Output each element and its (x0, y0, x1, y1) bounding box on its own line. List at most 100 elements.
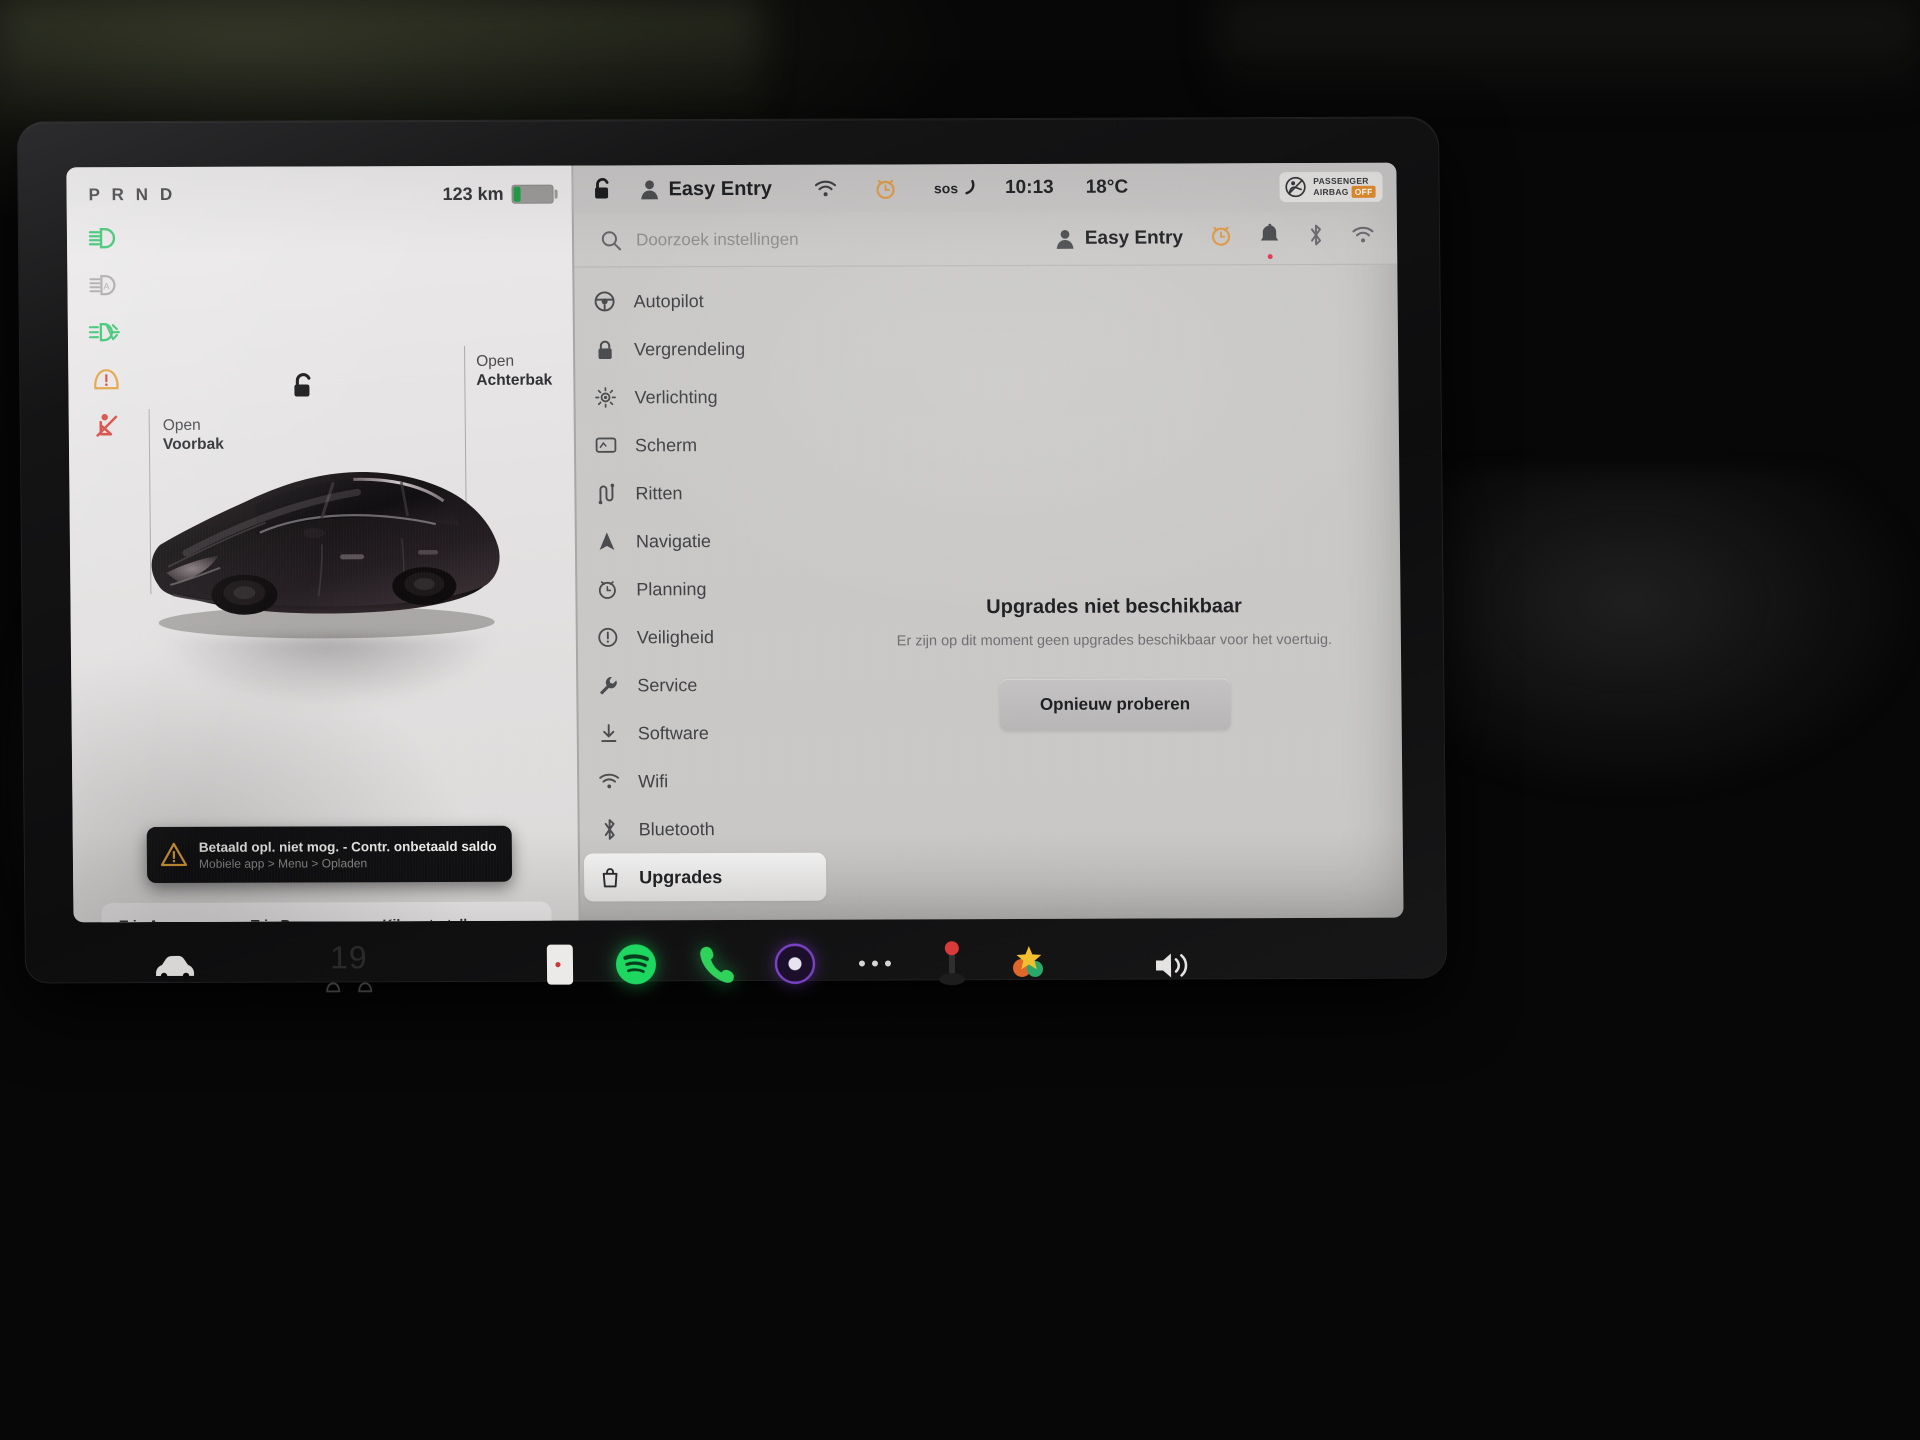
vehicle-panel: P R N D 123 km A Open Voorbak Open Achte… (66, 165, 579, 923)
menu-item-veiligheid[interactable]: Veiligheid (582, 613, 824, 662)
trip-statistics-card[interactable]: Trip A 0 km 0 kWh 0 Wh/km Trip B 0 km 0 … (101, 901, 553, 923)
wifi-status-icon[interactable] (814, 179, 838, 199)
menu-label: Wifi (638, 770, 669, 791)
notifications-button[interactable] (1259, 223, 1281, 260)
arcade-games-icon[interactable] (1008, 942, 1050, 984)
svg-text:A: A (103, 281, 109, 291)
airbag-line1: PASSENGER (1313, 175, 1369, 186)
bluetooth-icon (598, 817, 622, 841)
passenger-airbag-off-icon (1285, 176, 1306, 198)
airbag-state-badge: OFF (1351, 185, 1376, 198)
menu-label: Verlichting (634, 386, 718, 407)
notification-badge-dot (1267, 254, 1273, 260)
menu-item-autopilot[interactable]: Autopilot (578, 277, 820, 326)
front-trunk-action: Open (162, 416, 201, 434)
rear-trunk-target: Achterbak (476, 372, 553, 390)
battery-low-icon (511, 184, 554, 204)
menu-item-upgrades[interactable]: Upgrades (583, 852, 827, 902)
menu-label: Upgrades (639, 866, 723, 887)
sos-signal-icon (964, 179, 974, 195)
settings-app: Easy Entry sos 10:13 18°C PASSENGER AIRB… (573, 162, 1403, 921)
media-card-icon[interactable] (544, 943, 576, 987)
sun-brightness-icon (593, 386, 617, 408)
ambient-glow-left (0, 0, 760, 120)
menu-label: Vergrendeling (633, 338, 746, 359)
search-input[interactable]: Doorzoek instellingen (600, 227, 1055, 251)
phone-icon[interactable] (696, 942, 736, 986)
outside-temperature[interactable]: 18°C (1086, 177, 1129, 199)
odometer-title: Kilometerteller (382, 916, 533, 922)
trip-b-column[interactable]: Trip B 0 km 0 kWh 0 Wh/km (251, 916, 383, 923)
climate-control[interactable]: 19 (324, 939, 375, 994)
toast-subtitle: Mobiele app > Menu > Opladen (198, 855, 368, 871)
retry-button[interactable]: Opnieuw proberen (999, 678, 1231, 732)
menu-item-vergrendeling[interactable]: Vergrendeling (579, 325, 821, 374)
menu-item-ritten[interactable]: Ritten (580, 469, 822, 518)
bell-icon (1260, 223, 1279, 241)
cabin-temperature: 19 (329, 939, 368, 976)
alarm-status-icon[interactable] (874, 176, 898, 200)
odometer-column: Kilometerteller 45.919 km (382, 916, 534, 922)
wifi-icon[interactable] (1351, 225, 1375, 250)
vehicle-visualization[interactable]: Open Voorbak Open Achterbak (68, 316, 577, 718)
menu-item-software[interactable]: Software (583, 709, 825, 758)
joystick-icon[interactable] (934, 939, 970, 987)
driver-profile-name: Easy Entry (668, 177, 773, 200)
sos-button[interactable]: sos (934, 179, 977, 197)
bluetooth-icon[interactable] (1307, 223, 1325, 252)
menu-item-verlichting[interactable]: Verlichting (579, 373, 821, 422)
status-bar: Easy Entry sos 10:13 18°C PASSENGER AIRB… (573, 162, 1397, 214)
lock-icon (593, 338, 617, 360)
more-dots-icon[interactable] (854, 954, 896, 972)
menu-item-bluetooth[interactable]: Bluetooth (583, 805, 825, 854)
temperature-value: 18°C (1085, 176, 1129, 198)
wifi-icon (597, 772, 621, 790)
app-launcher-row (544, 939, 1050, 989)
vehicle-render (151, 472, 500, 639)
steering-wheel-icon (593, 290, 617, 312)
toast-title: Betaald opl. niet mog. - Contr. onbetaal… (198, 838, 497, 855)
menu-label: Service (637, 674, 698, 695)
seat-heater-icon[interactable] (356, 978, 374, 994)
menu-label: Ritten (635, 482, 683, 503)
menu-item-navigatie[interactable]: Navigatie (581, 517, 823, 566)
charging-warning-toast[interactable]: Betaald opl. niet mog. - Contr. onbetaal… (146, 825, 513, 884)
menu-item-planning[interactable]: Planning (581, 565, 823, 614)
rear-trunk-label[interactable]: Open Achterbak (476, 352, 552, 391)
airbag-line2: AIRBAG (1313, 186, 1349, 197)
touchscreen[interactable]: P R N D 123 km A Open Voorbak Open Achte… (66, 162, 1404, 923)
menu-item-wifi[interactable]: Wifi (583, 757, 825, 806)
settings-menu: Autopilot Vergrendeling Verlichting Sche… (574, 267, 830, 921)
menu-item-service[interactable]: Service (582, 661, 824, 710)
car-controls-button[interactable] (152, 952, 198, 987)
seat-heater-icon[interactable] (324, 978, 342, 994)
search-icon (601, 230, 622, 250)
menu-label: Autopilot (633, 290, 704, 311)
warning-triangle-icon (160, 842, 188, 867)
lock-status-button[interactable] (591, 176, 613, 202)
display-bezel: P R N D 123 km A Open Voorbak Open Achte… (17, 117, 1447, 993)
voice-assistant-icon[interactable] (774, 943, 816, 985)
driver-profile-status[interactable]: Easy Entry (639, 177, 772, 200)
profile-button[interactable]: Easy Entry (1055, 227, 1183, 249)
menu-label: Bluetooth (638, 818, 715, 839)
menu-label: Planning (636, 578, 707, 599)
unlocked-padlock-icon[interactable] (290, 371, 316, 406)
spotify-icon[interactable] (614, 942, 658, 986)
upgrades-description: Er zijn op dit moment geen upgrades besc… (896, 631, 1333, 650)
trip-a-column[interactable]: Trip A 0 km 0 kWh 0 Wh/km (119, 917, 251, 922)
upgrades-title: Upgrades niet beschikbaar (986, 595, 1242, 619)
schedule-clock-icon (595, 578, 619, 600)
battery-fill (513, 186, 521, 202)
clock[interactable]: 10:13 (1005, 177, 1054, 199)
menu-label: Scherm (634, 434, 698, 455)
volume-icon[interactable] (1152, 948, 1194, 987)
menu-item-scherm[interactable]: Scherm (580, 421, 822, 470)
rear-trunk-action: Open (476, 352, 515, 370)
exclamation-circle-icon (596, 626, 620, 648)
profile-name: Easy Entry (1084, 226, 1184, 249)
low-beam-headlight-icon (85, 223, 125, 253)
alarm-clock-icon[interactable] (1209, 223, 1233, 252)
menu-label: Veiligheid (636, 626, 714, 647)
taskbar: 19 (74, 930, 1405, 1013)
